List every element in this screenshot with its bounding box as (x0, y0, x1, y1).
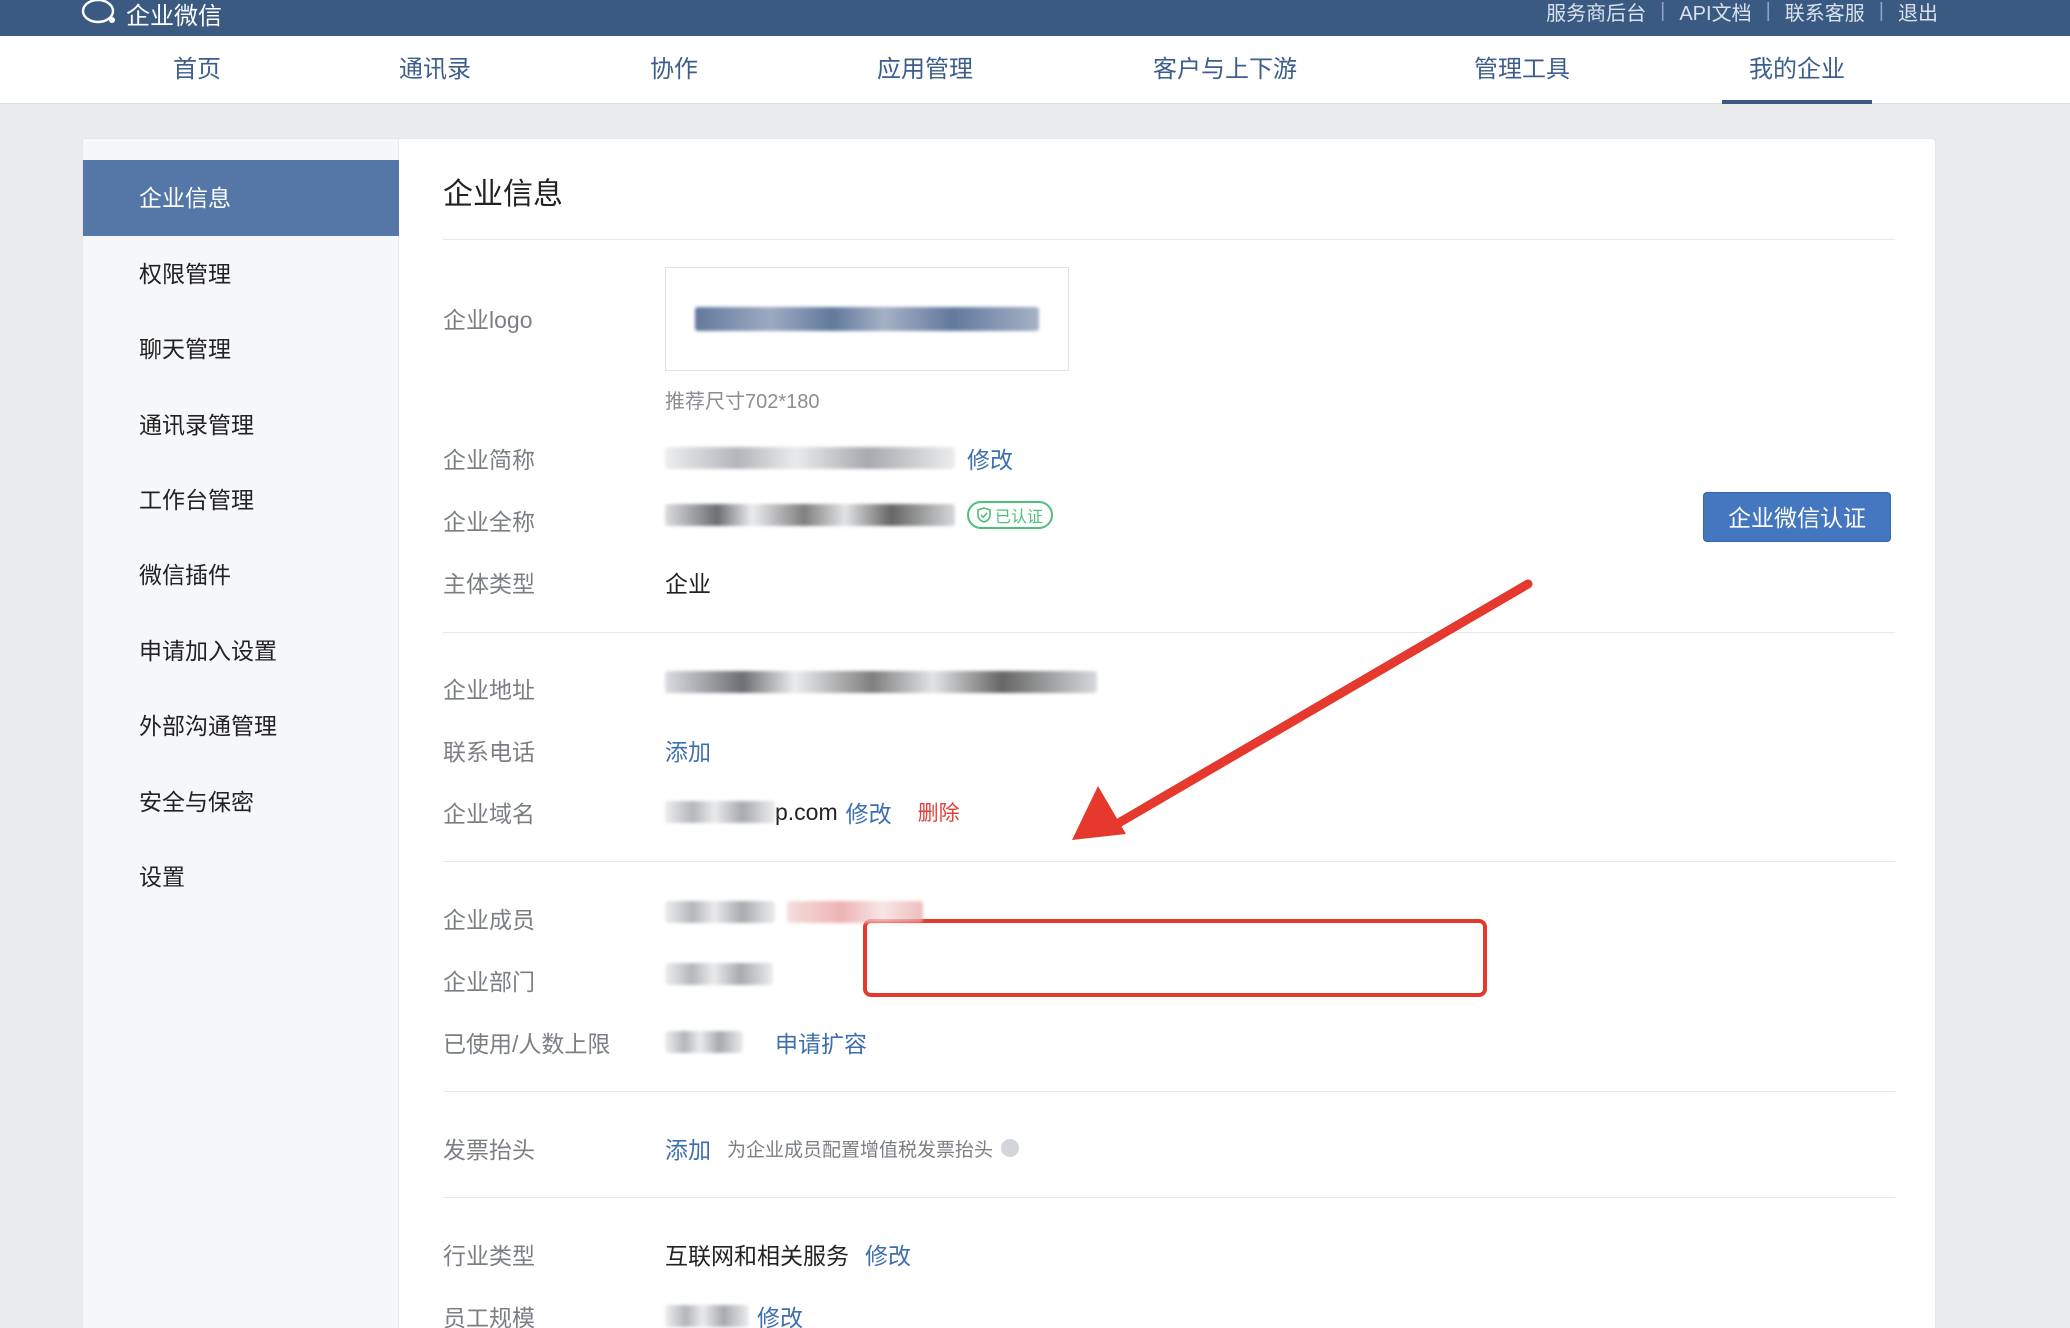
usage-count-redacted (665, 1031, 743, 1053)
sidebar-item-chat-management[interactable]: 聊天管理 (83, 311, 399, 387)
usage-row: 申请扩容 (665, 1025, 867, 1059)
main-nav: 首页 通讯录 协作 应用管理 客户与上下游 管理工具 我的企业 (0, 36, 2070, 104)
nav-my-enterprise-label: 我的企业 (1749, 56, 1845, 83)
verified-badge: 已认证 (967, 501, 1054, 529)
verified-badge-label: 已认证 (995, 509, 1044, 526)
invoice-row: 添加 为企业成员配置增值税发票抬头 (665, 1131, 1020, 1165)
nav-my-enterprise[interactable]: 我的企业 (1722, 36, 1872, 104)
entity-type-label: 主体类型 (443, 571, 535, 597)
nav-customers-upstream[interactable]: 客户与上下游 (1140, 36, 1310, 104)
settings-card: 企业信息 权限管理 聊天管理 通讯录管理 工作台管理 微信插件 申请加入设置 外… (82, 138, 1936, 1328)
api-docs-link[interactable]: API文档 (1679, 0, 1751, 26)
departments-count-redacted (665, 963, 773, 985)
staff-size-redacted (665, 1305, 749, 1327)
full-name-row: 已认证 (665, 501, 1054, 529)
sidebar-item-enterprise-info[interactable]: 企业信息 (83, 160, 399, 236)
nav-app-management[interactable]: 应用管理 (860, 36, 990, 104)
edit-domain-link[interactable]: 修改 (846, 795, 892, 829)
phone-row: 添加 (665, 733, 711, 767)
info-icon[interactable] (1001, 1139, 1020, 1157)
sidebar-item-contacts-management[interactable]: 通讯录管理 (83, 387, 399, 463)
domain-highlight-box (863, 919, 1487, 997)
usage-label: 已使用/人数上限 (443, 1031, 611, 1057)
divider (443, 239, 1895, 240)
active-tab-indicator (1722, 100, 1872, 104)
sidebar-item-permissions[interactable]: 权限管理 (83, 236, 399, 312)
contact-support-link[interactable]: 联系客服 (1785, 0, 1865, 26)
brand[interactable]: 企业微信 (80, 0, 222, 30)
logo-image-redacted (695, 307, 1039, 331)
short-name-row: 修改 (665, 441, 1013, 475)
phone-label: 联系电话 (443, 739, 535, 765)
sidebar-item-wechat-plugin[interactable]: 微信插件 (83, 537, 399, 613)
page-title: 企业信息 (443, 178, 563, 211)
apply-expansion-link[interactable]: 申请扩容 (775, 1025, 867, 1059)
sidebar-item-join-settings[interactable]: 申请加入设置 (83, 613, 399, 689)
invoice-hint: 为企业成员配置增值税发票抬头 (727, 1139, 994, 1161)
short-name-label: 企业简称 (443, 447, 535, 473)
add-phone-link[interactable]: 添加 (665, 733, 711, 767)
logo-label: 企业logo (443, 307, 533, 333)
industry-label: 行业类型 (443, 1243, 535, 1269)
logout-link[interactable]: 退出 (1898, 0, 1938, 26)
industry-value: 互联网和相关服务 (665, 1243, 849, 1269)
nav-collaboration[interactable]: 协作 (628, 36, 720, 104)
delete-domain-link[interactable]: 删除 (918, 797, 960, 827)
edit-short-name-link[interactable]: 修改 (967, 441, 1013, 475)
enterprise-logo[interactable] (665, 267, 1069, 371)
full-name-redacted (665, 504, 955, 526)
sidebar-item-security[interactable]: 安全与保密 (83, 764, 399, 840)
separator: | (1660, 0, 1666, 22)
members-row (665, 901, 923, 923)
sidebar-item-external-communication[interactable]: 外部沟通管理 (83, 688, 399, 764)
members-count-redacted (665, 901, 775, 923)
sidebar-item-workbench[interactable]: 工作台管理 (83, 462, 399, 538)
shield-check-icon (977, 507, 991, 523)
edit-staff-size-link[interactable]: 修改 (757, 1299, 803, 1328)
logo-size-hint: 推荐尺寸702*180 (665, 391, 820, 413)
address-row (665, 671, 1097, 693)
domain-row: p.com 修改 删除 (665, 795, 960, 829)
wecom-logo-icon (81, 0, 115, 24)
sidebar-item-settings[interactable]: 设置 (83, 839, 399, 915)
divider (443, 632, 1895, 633)
nav-admin-tools[interactable]: 管理工具 (1460, 36, 1584, 104)
domain-redacted (665, 801, 775, 823)
address-label: 企业地址 (443, 677, 535, 703)
staff-size-row: 修改 (665, 1299, 803, 1328)
address-redacted (665, 671, 1097, 693)
members-status-redacted (787, 901, 923, 923)
divider (443, 1197, 1895, 1198)
industry-row: 互联网和相关服务 修改 (665, 1237, 911, 1271)
invoice-label: 发票抬头 (443, 1137, 535, 1163)
sidebar: 企业信息 权限管理 聊天管理 通讯录管理 工作台管理 微信插件 申请加入设置 外… (83, 139, 399, 1328)
enterprise-info-panel: 企业信息 企业logo 推荐尺寸702*180 企业简称 修改 企业全称 已认证 (443, 139, 1895, 1328)
separator: | (1765, 0, 1771, 22)
departments-row (665, 963, 773, 985)
entity-type-value: 企业 (665, 571, 711, 597)
domain-label: 企业域名 (443, 801, 535, 827)
nav-contacts[interactable]: 通讯录 (380, 36, 490, 104)
service-provider-link[interactable]: 服务商后台 (1546, 0, 1646, 26)
separator: | (1878, 0, 1884, 22)
members-label: 企业成员 (443, 907, 535, 933)
nav-home[interactable]: 首页 (150, 36, 244, 104)
brand-name: 企业微信 (126, 2, 222, 30)
staff-size-label: 员工规模 (443, 1305, 535, 1328)
top-links: 服务商后台 | API文档 | 联系客服 | 退出 (1546, 0, 1938, 25)
top-bar: 企业微信 服务商后台 | API文档 | 联系客服 | 退出 (0, 0, 2070, 36)
divider (443, 1091, 1895, 1092)
add-invoice-link[interactable]: 添加 (665, 1131, 711, 1165)
edit-industry-link[interactable]: 修改 (865, 1237, 911, 1271)
short-name-redacted (665, 447, 955, 469)
divider (443, 861, 1895, 862)
domain-suffix: p.com (775, 798, 838, 825)
wecom-certification-button[interactable]: 企业微信认证 (1703, 492, 1891, 542)
full-name-label: 企业全称 (443, 509, 535, 535)
departments-label: 企业部门 (443, 969, 535, 995)
